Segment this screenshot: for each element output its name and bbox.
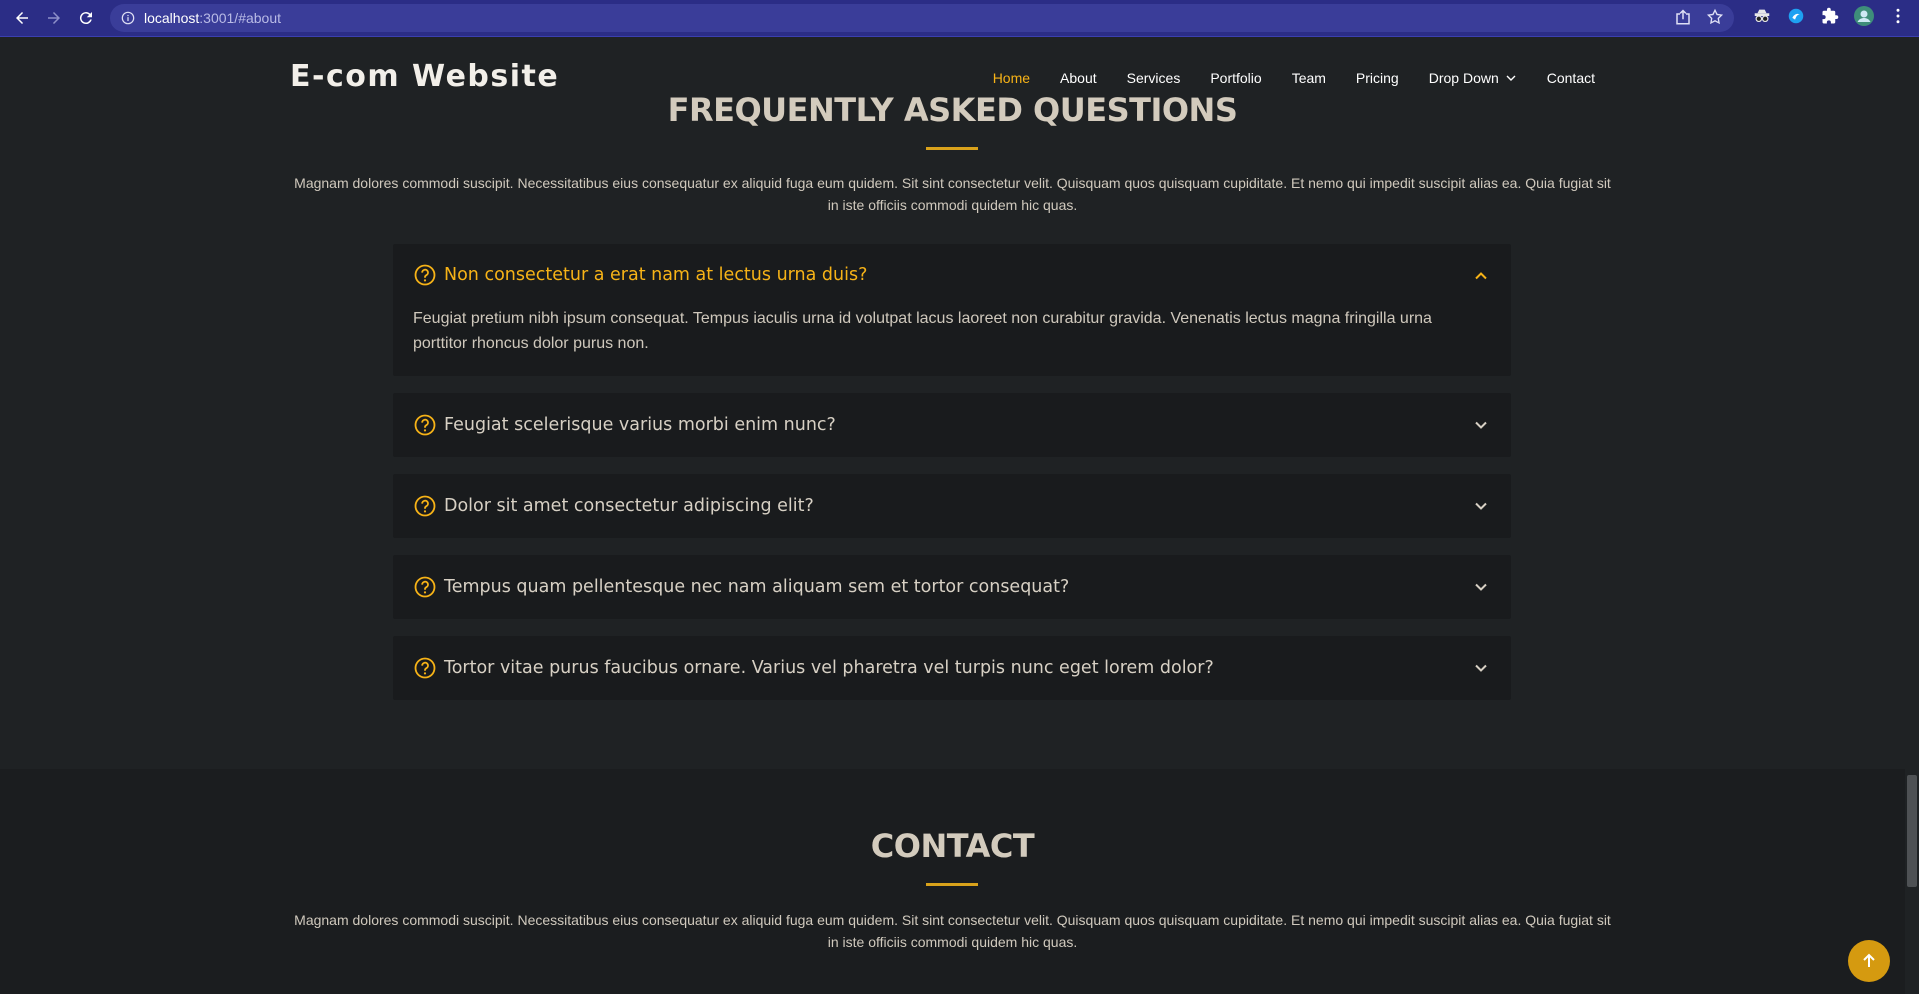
nav-pricing[interactable]: Pricing: [1356, 70, 1399, 86]
question-circle-icon: [414, 576, 436, 598]
nav-home[interactable]: Home: [993, 70, 1030, 86]
question-circle-icon: [414, 264, 436, 286]
reload-button[interactable]: [72, 4, 100, 32]
nav-portfolio[interactable]: Portfolio: [1210, 70, 1261, 86]
nav-contact[interactable]: Contact: [1547, 70, 1595, 86]
faq-list: Non consectetur a erat nam at lectus urn…: [393, 244, 1511, 717]
url-path: :3001/#about: [199, 10, 282, 26]
site-logo[interactable]: E-com Website: [290, 59, 559, 94]
chevron-down-icon[interactable]: [1473, 498, 1489, 514]
faq-question-text: Non consectetur a erat nam at lectus urn…: [444, 265, 868, 285]
contact-description: Magnam dolores commodi suscipit. Necessi…: [294, 912, 1611, 950]
main-nav: Home About Services Portfolio Team Prici…: [963, 70, 1595, 86]
chevron-down-icon[interactable]: [1473, 417, 1489, 433]
faq-title: FREQUENTLY ASKED QUESTIONS: [667, 91, 1238, 129]
arrow-up-icon: [1863, 953, 1875, 967]
chevron-down-icon[interactable]: [1473, 660, 1489, 676]
url-host: localhost: [144, 10, 200, 26]
forward-arrow-icon: [48, 12, 60, 24]
faq-description: Magnam dolores commodi suscipit. Necessi…: [294, 175, 1611, 213]
bookmark-star-icon[interactable]: [1706, 8, 1724, 26]
blue-extension-icon[interactable]: [1785, 5, 1807, 27]
profile-avatar-icon[interactable]: [1853, 5, 1875, 27]
faq-item: Tempus quam pellentesque nec nam aliquam…: [393, 555, 1511, 619]
browser-toolbar: localhost:3001/#about: [0, 0, 1919, 37]
contact-title: CONTACT: [870, 827, 1035, 865]
back-button[interactable]: [8, 4, 36, 32]
extensions-puzzle-icon[interactable]: [1819, 5, 1841, 27]
question-circle-icon: [414, 414, 436, 436]
nav-team[interactable]: Team: [1292, 70, 1326, 86]
faq-question-header[interactable]: Feugiat scelerisque varius morbi enim nu…: [393, 393, 1511, 457]
contact-section: CONTACT Magnam dolores commodi suscipit.…: [0, 769, 1905, 994]
browser-menu-icon[interactable]: [1887, 5, 1909, 27]
faq-question-text: Tortor vitae purus faucibus ornare. Vari…: [444, 658, 1214, 678]
chevron-down-icon: [1506, 75, 1516, 81]
nav-dropdown-label: Drop Down: [1428, 70, 1499, 86]
site-info-icon[interactable]: [120, 10, 136, 26]
reload-icon: [79, 12, 92, 25]
nav-services[interactable]: Services: [1127, 70, 1181, 86]
faq-title-underline: [926, 147, 978, 150]
nav-dropdown[interactable]: Drop Down: [1429, 70, 1517, 86]
faq-question-text: Dolor sit amet consectetur adipiscing el…: [444, 496, 814, 516]
faq-question-header[interactable]: Non consectetur a erat nam at lectus urn…: [393, 244, 1511, 306]
forward-button[interactable]: [40, 4, 68, 32]
chevron-down-icon[interactable]: [1473, 579, 1489, 595]
contact-title-underline: [926, 883, 978, 886]
faq-item: Tortor vitae purus faucibus ornare. Vari…: [393, 636, 1511, 700]
faq-question-text: Tempus quam pellentesque nec nam aliquam…: [444, 577, 1070, 597]
faq-question-header[interactable]: Tempus quam pellentesque nec nam aliquam…: [393, 555, 1511, 619]
faq-question-header[interactable]: Tortor vitae purus faucibus ornare. Vari…: [393, 636, 1511, 700]
faq-answer: Feugiat pretium nibh ipsum consequat. Te…: [413, 310, 1432, 352]
faq-question-text: Feugiat scelerisque varius morbi enim nu…: [444, 415, 836, 435]
faq-item: Dolor sit amet consectetur adipiscing el…: [393, 474, 1511, 538]
incognito-extension-icon[interactable]: [1751, 5, 1773, 27]
chevron-up-icon[interactable]: [1473, 268, 1489, 284]
question-circle-icon: [414, 657, 436, 679]
back-arrow-icon: [16, 12, 28, 24]
back-to-top-button[interactable]: [1848, 940, 1890, 982]
faq-question-header[interactable]: Dolor sit amet consectetur adipiscing el…: [393, 474, 1511, 538]
faq-item: Non consectetur a erat nam at lectus urn…: [393, 244, 1511, 376]
address-bar[interactable]: localhost:3001/#about: [110, 4, 1734, 32]
faq-item: Feugiat scelerisque varius morbi enim nu…: [393, 393, 1511, 457]
share-icon[interactable]: [1674, 8, 1692, 26]
scrollbar-thumb[interactable]: [1907, 775, 1917, 887]
question-circle-icon: [414, 495, 436, 517]
nav-about[interactable]: About: [1060, 70, 1097, 86]
page-scrollbar[interactable]: [1905, 37, 1919, 994]
url-text: localhost:3001/#about: [144, 10, 281, 26]
page-viewport: E-com Website Home About Services Portfo…: [0, 37, 1919, 994]
